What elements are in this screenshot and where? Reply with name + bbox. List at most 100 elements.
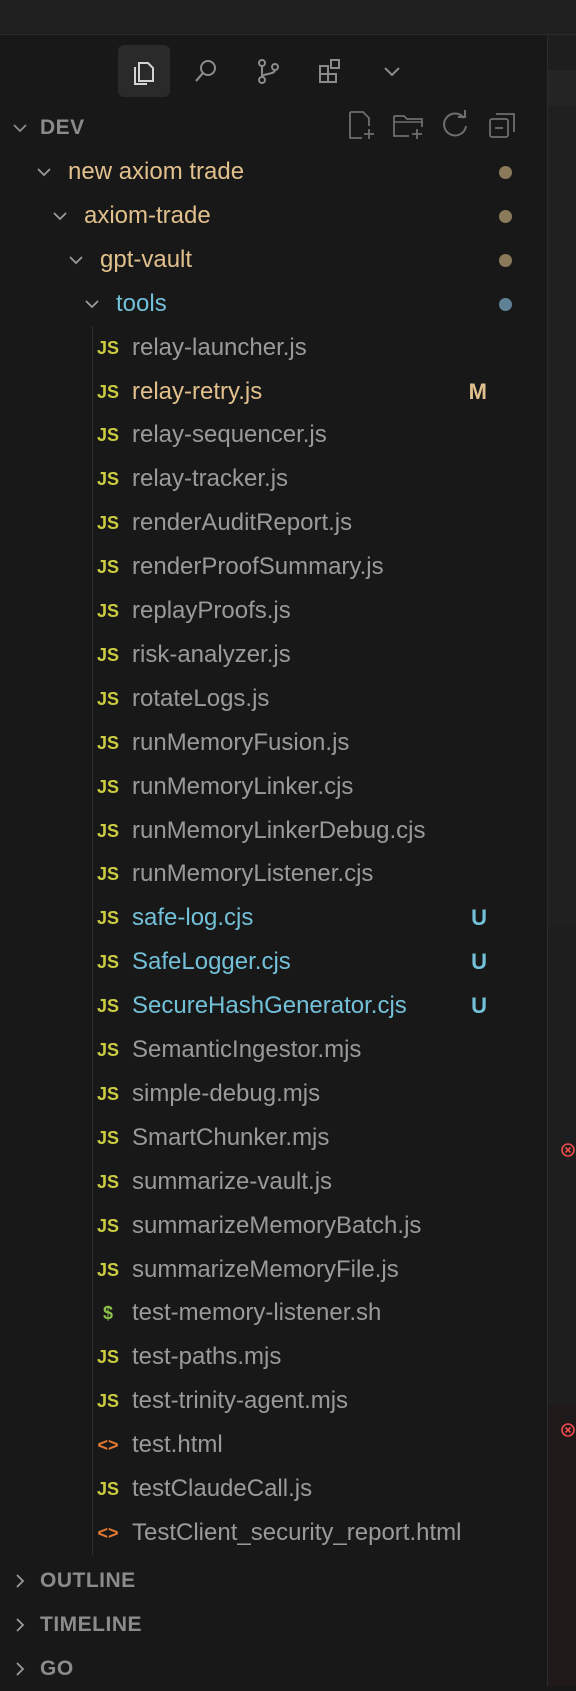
js-file-icon: JS <box>96 1083 120 1104</box>
file-row[interactable]: JS simple-debug.mjs <box>0 1072 547 1116</box>
file-label: renderProofSummary.js <box>132 553 384 581</box>
js-file-icon: JS <box>96 337 120 358</box>
js-file-icon: JS <box>96 1171 120 1192</box>
new-file-icon[interactable] <box>344 108 378 142</box>
file-row[interactable]: JS replayProofs.js <box>0 589 547 633</box>
source-control-tab[interactable] <box>242 45 294 97</box>
file-label: SemanticIngestor.mjs <box>132 1036 362 1063</box>
js-file-icon: JS <box>96 1259 120 1280</box>
git-status-badge: U <box>471 905 487 931</box>
folder-row[interactable]: tools <box>0 282 547 326</box>
explorer-icon <box>134 62 154 85</box>
file-label: replayProofs.js <box>132 597 291 624</box>
explorer-tab[interactable] <box>118 45 170 97</box>
shell-file-icon: $ <box>102 1303 113 1324</box>
file-label: testClaudeCall.js <box>132 1475 313 1502</box>
file-label: renderAuditReport.js <box>132 509 353 537</box>
file-label: test-memory-listener.sh <box>132 1299 382 1327</box>
js-file-icon: JS <box>96 732 120 753</box>
section-header-outline[interactable]: OUTLINE <box>0 1559 547 1603</box>
file-row[interactable]: JS summarizeMemoryFile.js <box>0 1248 547 1292</box>
chevron-down-icon <box>53 212 67 221</box>
search-icon <box>195 60 216 82</box>
git-status-badge: U <box>471 993 487 1019</box>
explorer-section-title: DEV <box>40 116 85 139</box>
file-label: runMemoryFusion.js <box>132 728 350 756</box>
file-row[interactable]: <> test.html <box>0 1423 547 1467</box>
chevron-down-icon <box>13 124 27 133</box>
git-status-badge: U <box>471 949 487 975</box>
file-row[interactable]: JS SecureHashGenerator.cjs U <box>0 984 547 1028</box>
file-row[interactable]: JS test-trinity-agent.mjs <box>0 1379 547 1423</box>
file-row[interactable]: JS runMemoryLinker.cjs <box>0 765 547 809</box>
file-row[interactable]: JS risk-analyzer.js <box>0 633 547 677</box>
error-icon[interactable] <box>561 1143 575 1157</box>
folder-row[interactable]: axiom-trade <box>0 194 547 238</box>
file-label: simple-debug.mjs <box>132 1079 321 1107</box>
status-dot <box>499 297 512 311</box>
file-row[interactable]: JS runMemoryLinkerDebug.cjs <box>0 809 547 853</box>
more-views-button[interactable] <box>366 45 418 97</box>
file-label: safe-log.cjs <box>132 904 254 932</box>
file-row[interactable]: JS safe-log.cjs U <box>0 896 547 940</box>
file-label: runMemoryLinker.cjs <box>132 772 354 800</box>
file-row[interactable]: JS renderProofSummary.js <box>0 545 547 589</box>
folder-row[interactable]: new axiom trade <box>0 150 547 194</box>
file-row[interactable]: JS testClaudeCall.js <box>0 1467 547 1511</box>
file-row[interactable]: $ test-memory-listener.sh <box>0 1291 547 1335</box>
file-row[interactable]: JS SemanticIngestor.mjs <box>0 1028 547 1072</box>
editor-tab-edge[interactable] <box>548 70 576 107</box>
js-file-icon: JS <box>96 1040 120 1060</box>
new-folder-icon[interactable] <box>391 108 425 142</box>
js-file-icon: JS <box>96 469 120 490</box>
chevron-down-icon <box>37 168 51 177</box>
file-label: summarizeMemoryBatch.js <box>132 1211 422 1239</box>
more-views-chevron-icon <box>384 67 400 77</box>
file-row[interactable]: JS SafeLogger.cjs U <box>0 940 547 984</box>
chevron-right-icon <box>16 1574 25 1588</box>
file-label: TestClient_security_report.html <box>132 1518 462 1546</box>
file-row[interactable]: JS summarize-vault.js <box>0 1160 547 1204</box>
chevron-down-icon <box>85 300 99 308</box>
status-dot <box>499 253 512 267</box>
file-row[interactable]: JS relay-retry.js M <box>0 370 547 414</box>
collapse-all-icon[interactable] <box>486 108 520 142</box>
window-top-bar <box>0 0 576 35</box>
search-tab[interactable] <box>180 45 232 97</box>
file-label: rotateLogs.js <box>132 684 270 712</box>
refresh-icon[interactable] <box>438 108 472 142</box>
status-dot <box>499 209 512 223</box>
extensions-tab[interactable] <box>304 45 356 97</box>
js-file-icon: JS <box>96 1127 120 1148</box>
js-file-icon: JS <box>96 644 120 665</box>
js-file-icon: JS <box>96 381 120 402</box>
file-row[interactable]: JS renderAuditReport.js <box>0 501 547 545</box>
chevron-right-icon <box>16 1662 25 1676</box>
file-row[interactable]: JS test-paths.mjs <box>0 1335 547 1379</box>
chevron-right-icon <box>16 1618 25 1632</box>
js-file-icon: JS <box>96 952 120 973</box>
error-icon[interactable] <box>561 1423 575 1437</box>
file-label: relay-launcher.js <box>132 333 307 361</box>
section-header-timeline[interactable]: TIMELINE <box>0 1603 547 1647</box>
file-row[interactable]: JS relay-sequencer.js <box>0 413 547 457</box>
js-file-icon: JS <box>96 1347 120 1368</box>
file-row[interactable]: JS summarizeMemoryBatch.js <box>0 1204 547 1248</box>
editor-content-edge <box>548 106 576 926</box>
js-file-icon: JS <box>96 601 120 621</box>
file-row[interactable]: <> TestClient_security_report.html <box>0 1511 547 1555</box>
js-file-icon: JS <box>96 425 120 446</box>
folder-row[interactable]: gpt-vault <box>0 238 547 282</box>
file-row[interactable]: JS relay-tracker.js <box>0 457 547 501</box>
file-row[interactable]: JS rotateLogs.js <box>0 677 547 721</box>
editor-error-region <box>548 1405 576 1686</box>
file-row[interactable]: JS SmartChunker.mjs <box>0 1116 547 1160</box>
section-header-go[interactable]: GO <box>0 1647 547 1691</box>
file-row[interactable]: JS relay-launcher.js <box>0 326 547 370</box>
file-label: SmartChunker.mjs <box>132 1123 330 1151</box>
file-row[interactable]: JS runMemoryListener.cjs <box>0 852 547 896</box>
section-title: OUTLINE <box>40 1569 136 1592</box>
folder-label: new axiom trade <box>68 158 245 185</box>
file-row[interactable]: JS runMemoryFusion.js <box>0 721 547 765</box>
file-label: test-trinity-agent.mjs <box>132 1387 349 1415</box>
